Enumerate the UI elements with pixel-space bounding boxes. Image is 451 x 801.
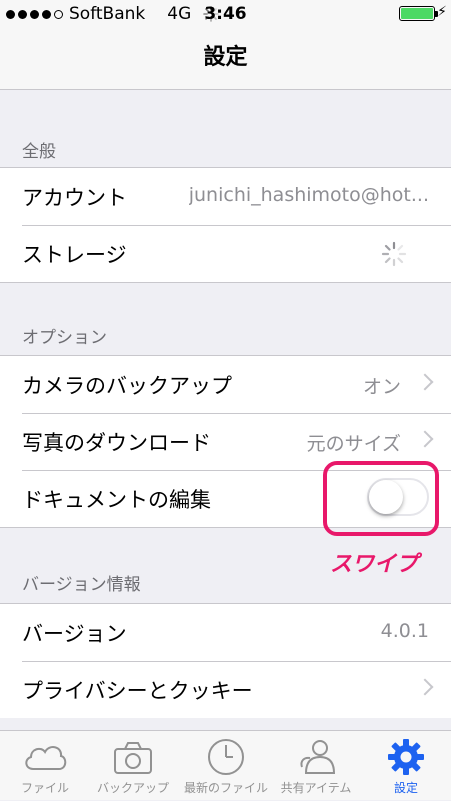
chevron-right-icon <box>416 430 434 448</box>
tab-shared[interactable]: 共有アイテム <box>271 731 361 801</box>
storage-label: ストレージ <box>22 243 127 267</box>
loading-spinner-icon <box>381 241 407 267</box>
version-label: バージョン <box>22 622 127 646</box>
cloud-icon <box>25 746 67 770</box>
section-header-version: バージョン情報 <box>22 575 141 595</box>
tab-settings-label: 設定 <box>393 781 418 795</box>
tab-shared-label: 共有アイテム <box>280 781 352 795</box>
chevron-right-icon <box>416 373 434 391</box>
account-value: junichi_hashimoto@hot... <box>188 184 429 206</box>
photo-download-value: 元のサイズ <box>306 433 401 455</box>
gear-icon <box>388 739 424 775</box>
tab-settings[interactable]: 設定 <box>361 731 451 801</box>
tab-recent[interactable]: 最新のファイル <box>181 731 271 801</box>
tab-recent-label: 最新のファイル <box>183 781 268 795</box>
tab-files-label: ファイル <box>20 781 69 795</box>
version-row: バージョン 4.0.1 <box>0 604 451 661</box>
account-row[interactable]: アカウント junichi_hashimoto@hot... <box>0 168 451 225</box>
battery-icon <box>399 6 438 21</box>
storage-row[interactable]: ストレージ <box>0 225 451 282</box>
status-time: 3:46 <box>204 4 247 24</box>
swipe-highlight-box <box>323 461 439 536</box>
status-bar: SoftBank 4G 3:46 ⚡ <box>0 0 451 28</box>
tab-backup[interactable]: バックアップ <box>88 731 178 801</box>
document-edit-label: ドキュメントの編集 <box>22 488 211 512</box>
privacy-row[interactable]: プライバシーとクッキー <box>0 661 451 718</box>
swipe-annotation: スワイプ <box>330 552 419 577</box>
navigation-bar: 設定 <box>0 28 451 90</box>
photo-download-label: 写真のダウンロード <box>22 431 211 455</box>
version-value: 4.0.1 <box>380 620 429 642</box>
version-group: バージョン 4.0.1 プライバシーとクッキー <box>0 603 451 718</box>
account-label: アカウント <box>22 186 127 210</box>
camera-backup-label: カメラのバックアップ <box>22 374 232 398</box>
privacy-label: プライバシーとクッキー <box>22 679 253 703</box>
charging-bolt-icon: ⚡ <box>437 4 447 20</box>
chevron-right-icon <box>416 678 434 696</box>
clock-icon <box>208 739 244 775</box>
camera-backup-row[interactable]: カメラのバックアップ オン <box>0 356 451 413</box>
tab-bar: ファイル バックアップ 最新のファイル 共有アイテム 設定 <box>0 730 451 800</box>
tab-backup-label: バックアップ <box>96 781 169 795</box>
section-header-general: 全般 <box>22 142 56 162</box>
camera-icon <box>114 742 152 774</box>
camera-backup-value: オン <box>362 376 401 398</box>
section-header-options: オプション <box>22 328 107 348</box>
general-group: アカウント junichi_hashimoto@hot... ストレージ <box>0 167 451 283</box>
people-icon <box>300 740 336 774</box>
page-title: 設定 <box>203 45 248 70</box>
tab-files[interactable]: ファイル <box>0 731 90 801</box>
